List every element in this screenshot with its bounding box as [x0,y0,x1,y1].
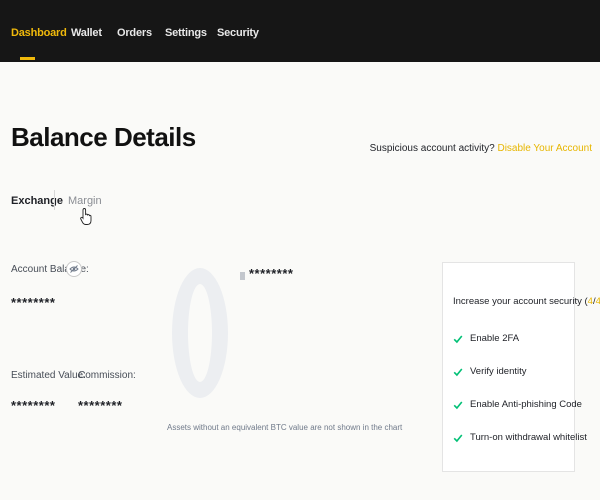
security-item-label: Verify identity [470,366,527,377]
tab-exchange[interactable]: Exchange [11,195,63,207]
toggle-visibility-button[interactable] [66,261,82,277]
active-nav-indicator [20,57,35,60]
tab-margin[interactable]: Margin [68,195,102,207]
security-title-text: Increase your account security ( [453,296,588,307]
security-progress-total: 4 [595,296,600,307]
chart-legend-value: ******** [249,266,294,281]
suspicious-activity-text: Suspicious account activity? [369,143,495,154]
nav-item-security[interactable]: Security [217,27,259,39]
chart-note: Assets without an equivalent BTC value a… [167,423,403,432]
page-title: Balance Details [11,122,196,152]
asset-donut-chart [172,268,228,398]
security-item-2fa[interactable]: Enable 2FA [453,333,519,344]
security-item-label: Turn-on withdrawal whitelist [470,432,587,443]
commission-value: ******** [78,398,123,413]
security-item-verify-identity[interactable]: Verify identity [453,366,527,377]
chart-legend-swatch [240,272,245,280]
security-item-anti-phishing[interactable]: Enable Anti-phishing Code [453,399,582,410]
top-nav-bar: Dashboard Wallet Orders Settings Securit… [0,0,600,62]
security-item-withdrawal-whitelist[interactable]: Turn-on withdrawal whitelist [453,432,587,443]
nav-item-wallet[interactable]: Wallet [71,27,102,39]
hand-cursor-icon [80,208,92,225]
tab-divider [54,190,55,210]
suspicious-activity-notice: Suspicious account activity? Disable You… [370,143,592,154]
account-balance-value: ******** [11,295,56,310]
nav-item-settings[interactable]: Settings [165,27,207,39]
security-card: Increase your account security (4/4) Ena… [442,262,600,472]
estimated-value-label: Estimated Value: [11,370,86,381]
security-item-label: Enable Anti-phishing Code [470,399,582,410]
check-icon [453,367,463,377]
security-title: Increase your account security (4/4) [453,296,600,307]
nav-item-orders[interactable]: Orders [117,27,152,39]
nav-item-dashboard[interactable]: Dashboard [11,27,67,39]
disable-account-link[interactable]: Disable Your Account [497,143,592,154]
check-icon [453,433,463,443]
check-icon [453,400,463,410]
commission-label: Commission: [78,370,136,381]
estimated-value: ******** [11,398,56,413]
eye-icon [69,265,79,273]
check-icon [453,334,463,344]
security-item-label: Enable 2FA [470,333,520,344]
